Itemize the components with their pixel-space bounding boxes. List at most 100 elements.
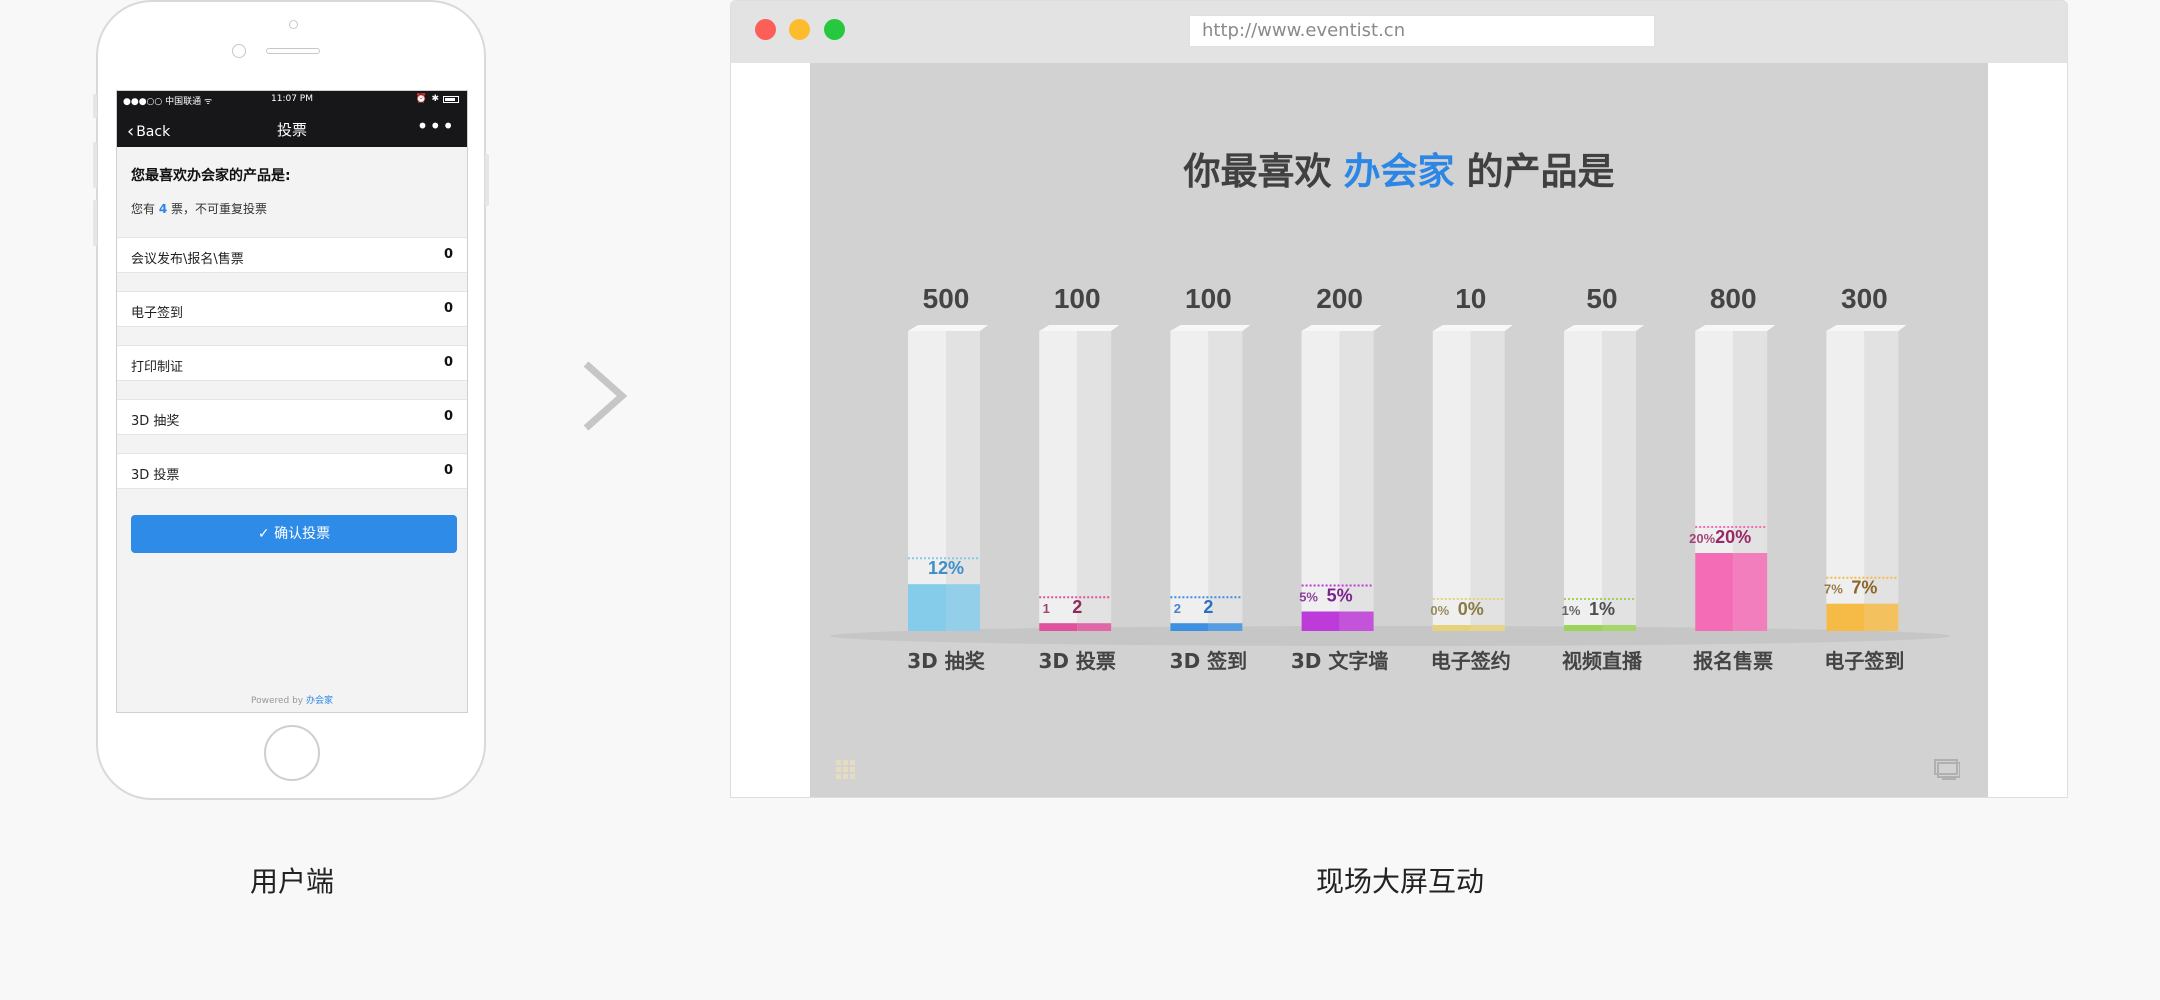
chart-floor-shadow	[830, 626, 1950, 646]
bar-side-label: 20%	[1689, 531, 1715, 546]
vote-option[interactable]: 3D 投票 0	[117, 453, 467, 489]
bar-glass-side	[1208, 331, 1243, 631]
bar-value-label: 12%	[928, 558, 964, 578]
phone-screen: ●●●○○ 中国联通 ᯤ 11:07 PM ⏰ ✱ ‹ Back 投票 ••• 您…	[116, 90, 468, 713]
bar-total-label: 50	[1586, 283, 1617, 314]
bar-fill-front	[1039, 623, 1078, 631]
bar-category-label: 报名售票	[1693, 649, 1773, 673]
bar-value-label: 20%	[1715, 527, 1751, 547]
option-label: 电子签到	[131, 306, 184, 321]
more-menu-button[interactable]: •••	[417, 114, 455, 138]
bar-category-label: 3D 抽奖	[907, 649, 985, 673]
address-bar[interactable]: http://www.eventist.cn	[1189, 15, 1655, 47]
bar-glass-top	[1301, 325, 1382, 331]
bluetooth-icon: ✱	[431, 94, 439, 104]
bar-total-label: 800	[1710, 283, 1757, 314]
close-window-button[interactable]	[755, 19, 776, 40]
bar-glass-side	[1470, 331, 1505, 631]
option-label: 3D 抽奖	[131, 414, 180, 429]
powered-brand-link[interactable]: 办会家	[306, 696, 333, 706]
bar-side-label: 1%	[1562, 603, 1581, 618]
vote-option[interactable]: 3D 抽奖 0	[117, 399, 467, 435]
bar-glass-top	[1039, 325, 1120, 331]
caption-big-screen: 现场大屏互动	[1315, 865, 1484, 898]
bar-side-label: 7%	[1824, 582, 1843, 597]
bar-category-label: 视频直播	[1562, 649, 1643, 673]
bar-fill-side	[1602, 625, 1636, 631]
earpiece-speaker	[266, 48, 320, 54]
bar-value-label: 2	[1072, 597, 1082, 617]
back-button[interactable]: ‹ Back	[127, 120, 171, 142]
bar-glass-front	[1564, 331, 1602, 631]
bar-glass-front	[1170, 331, 1209, 631]
volume-up-button	[93, 142, 97, 188]
bar-glass-top	[1564, 325, 1644, 331]
bar-glass-top	[1170, 325, 1251, 331]
maximize-window-button[interactable]	[824, 19, 845, 40]
bar-total-label: 100	[1185, 283, 1232, 314]
bar-side-label: 5%	[1299, 590, 1318, 605]
bar-fill-front	[908, 584, 946, 631]
browser-titlebar: http://www.eventist.cn	[731, 1, 2067, 63]
mute-switch	[93, 94, 97, 118]
bar-glass-side	[1602, 331, 1636, 631]
bar-total-label: 10	[1455, 283, 1486, 314]
option-count: 0	[443, 409, 453, 424]
bar-fill-side	[1864, 603, 1899, 631]
bar-glass-side	[1077, 331, 1112, 631]
bar-fill-front	[1826, 603, 1865, 631]
bar-value-label: 7%	[1851, 578, 1877, 598]
back-label: Back	[136, 124, 171, 140]
bar-glass-front	[1039, 331, 1078, 631]
bar-category-label: 电子签约	[1431, 649, 1511, 673]
bar-value-label: 0%	[1458, 599, 1484, 619]
bar-category-label: 电子签到	[1824, 649, 1904, 673]
bar-fill-front	[1564, 625, 1602, 631]
status-bar: ●●●○○ 中国联通 ᯤ 11:07 PM ⏰ ✱	[117, 91, 467, 109]
option-label: 3D 投票	[131, 468, 180, 483]
grid-menu-icon[interactable]	[836, 760, 856, 780]
battery-icon	[443, 96, 459, 103]
vote-note-suffix: 票，不可重复投票	[171, 202, 268, 216]
option-count: 0	[443, 247, 453, 262]
bar-total-label: 100	[1054, 283, 1101, 314]
vote-note: 您有 4 票，不可重复投票	[131, 200, 267, 217]
bar-category-label: 3D 投票	[1038, 649, 1115, 673]
vote-option[interactable]: 会议发布\报名\售票 0	[117, 237, 467, 273]
powered-by: Powered by 办会家	[117, 693, 467, 706]
big-screen-stage: 你最喜欢 办会家 的产品是 500 12% 3D 抽奖 100 2 1 3D 投票 100 2 2 3D…	[810, 63, 1988, 797]
front-camera	[232, 44, 246, 58]
bar-fill-front	[1695, 553, 1734, 631]
bar-total-label: 300	[1841, 283, 1888, 314]
bar-category-label: 3D 文字墙	[1291, 649, 1388, 673]
vote-option[interactable]: 电子签到 0	[117, 291, 467, 327]
bar-fill-side	[1208, 623, 1243, 631]
bar-fill-side	[946, 584, 980, 631]
option-label: 会议发布\报名\售票	[131, 252, 244, 267]
bar-glass-front	[1432, 331, 1471, 631]
screen-mode-icon[interactable]	[1934, 758, 1960, 780]
minimize-window-button[interactable]	[789, 19, 810, 40]
bar-value-label: 1%	[1589, 599, 1615, 619]
confirm-vote-button[interactable]: ✓ 确认投票	[131, 515, 457, 553]
bar-side-label: 2	[1174, 601, 1181, 616]
caption-user-side: 用户端	[249, 865, 334, 898]
vote-note-prefix: 您有	[131, 202, 156, 216]
bar-glass-top	[1432, 325, 1513, 331]
option-label: 打印制证	[131, 360, 184, 375]
alarm-icon: ⏰	[415, 94, 427, 104]
volume-down-button	[93, 200, 97, 246]
bar-fill-side	[1733, 553, 1768, 631]
option-count: 0	[443, 463, 453, 478]
nav-bar: ‹ Back 投票 •••	[117, 109, 467, 147]
bar-glass-top	[908, 325, 988, 331]
vote-option[interactable]: 打印制证 0	[117, 345, 467, 381]
chevron-left-icon: ‹	[127, 121, 135, 142]
bar-glass-top	[1695, 325, 1776, 331]
bar-total-label: 200	[1316, 283, 1363, 314]
powered-prefix: Powered by	[250, 696, 306, 706]
bar-fill-front	[1301, 611, 1340, 631]
bar-fill-front	[1432, 625, 1471, 631]
bar-value-label: 2	[1203, 597, 1213, 617]
option-count: 0	[443, 355, 453, 370]
